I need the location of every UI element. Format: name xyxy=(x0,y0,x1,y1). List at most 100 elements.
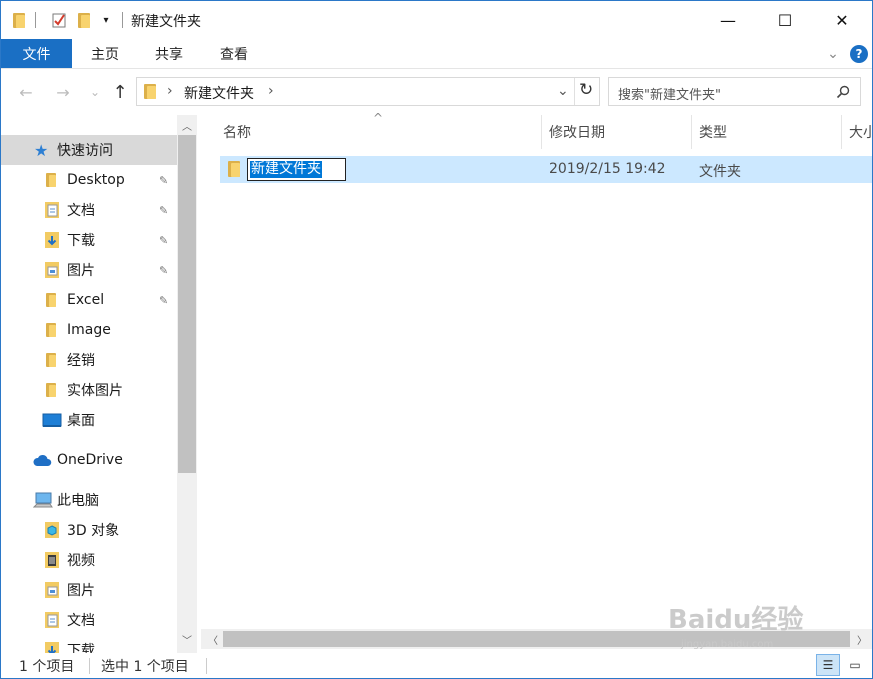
status-item-count: 1 个项目 xyxy=(19,659,75,675)
pin-icon[interactable]: ✎ xyxy=(159,234,168,247)
downloads-icon xyxy=(45,232,59,248)
pin-icon[interactable]: ✎ xyxy=(159,204,168,217)
breadcrumb-separator[interactable]: › xyxy=(268,83,274,99)
pin-icon[interactable]: ✎ xyxy=(159,174,168,187)
scroll-down-icon[interactable]: ﹀ xyxy=(177,629,197,649)
folder-icon xyxy=(46,173,56,187)
status-separator xyxy=(206,658,207,674)
maximize-button[interactable]: ☐ xyxy=(756,1,814,39)
expand-ribbon-icon[interactable]: ⌄ xyxy=(823,39,843,68)
sidebar-item-downloads-pc[interactable]: 下载 xyxy=(1,635,177,653)
help-icon[interactable]: ? xyxy=(850,45,868,63)
column-header-type[interactable]: 类型 xyxy=(699,115,727,149)
column-separator[interactable] xyxy=(541,115,542,149)
sidebar-item-label: Image xyxy=(67,322,111,338)
sidebar-item-jingxiao[interactable]: 经销 xyxy=(1,345,177,375)
recent-locations-icon[interactable]: ⌄ xyxy=(83,81,107,103)
sidebar-item-label: Excel xyxy=(67,292,105,308)
title-separator xyxy=(35,12,36,28)
scroll-right-icon[interactable]: 〉 xyxy=(852,629,872,649)
baidu-watermark-url: jingyan.baidu.com xyxy=(681,639,774,650)
window-title: 新建文件夹 xyxy=(131,14,201,30)
sidebar-item-onedrive[interactable]: OneDrive xyxy=(1,445,177,475)
pin-icon[interactable]: ✎ xyxy=(159,264,168,277)
properties-icon[interactable] xyxy=(48,10,70,30)
navigation-pane: ★ 快速访问 Desktop ✎ 文档 ✎ 下载 ✎ 图片 ✎ Excel ✎ xyxy=(1,115,197,653)
baidu-watermark: Baidu经验 xyxy=(668,605,804,635)
sidebar-item-downloads[interactable]: 下载 ✎ xyxy=(1,225,177,255)
search-icon[interactable] xyxy=(836,85,850,99)
sidebar-item-desktop[interactable]: Desktop ✎ xyxy=(1,165,177,195)
table-row[interactable]: 新建文件夹 2019/2/15 19:42 文件夹 xyxy=(220,156,872,183)
sidebar-item-label: 下载 xyxy=(67,643,95,653)
refresh-icon[interactable]: ↻ xyxy=(579,80,593,100)
sidebar-item-quick-access[interactable]: ★ 快速访问 xyxy=(1,135,177,165)
sidebar-item-label: 文档 xyxy=(67,613,95,629)
search-placeholder: 搜索"新建文件夹" xyxy=(618,88,721,103)
up-icon[interactable]: ↑ xyxy=(108,81,132,103)
documents-icon xyxy=(45,202,59,218)
tab-home[interactable]: 主页 xyxy=(77,39,133,68)
column-header-name[interactable]: 名称 xyxy=(223,115,251,149)
documents-icon xyxy=(45,612,59,628)
sidebar-item-desktop-cn[interactable]: 桌面 xyxy=(1,405,177,435)
scroll-left-icon[interactable]: 〈 xyxy=(203,629,223,649)
forward-icon[interactable]: → xyxy=(51,81,75,103)
rename-input-text: 新建文件夹 xyxy=(250,161,322,178)
explorer-window: ▾ 新建文件夹 — ☐ ✕ 文件 主页 共享 查看 ⌄ ? ← → ⌄ ↑ › … xyxy=(0,0,873,679)
sidebar-item-label: Desktop xyxy=(67,172,125,188)
address-divider xyxy=(574,78,575,105)
status-selected-count: 选中 1 个项目 xyxy=(101,659,189,675)
sidebar-scrollbar[interactable]: ︿ ﹀ xyxy=(177,115,197,653)
tab-view[interactable]: 查看 xyxy=(206,39,262,68)
sidebar-item-pictures[interactable]: 图片 ✎ xyxy=(1,255,177,285)
back-icon[interactable]: ← xyxy=(14,81,38,103)
address-dropdown-icon[interactable]: ⌄ xyxy=(557,83,569,99)
sidebar-item-3d-objects[interactable]: 3D 对象 xyxy=(1,515,177,545)
folder-icon xyxy=(46,293,56,307)
sidebar-item-label: 实体图片 xyxy=(67,383,123,399)
close-button[interactable]: ✕ xyxy=(813,1,871,39)
pc-icon xyxy=(33,492,53,508)
sidebar-scroll-thumb[interactable] xyxy=(178,135,196,473)
new-folder-icon[interactable] xyxy=(75,10,93,30)
sidebar-item-label: 经销 xyxy=(67,353,95,369)
pictures-icon xyxy=(45,262,59,278)
column-separator[interactable] xyxy=(691,115,692,149)
tab-file[interactable]: 文件 xyxy=(1,39,72,68)
row-type: 文件夹 xyxy=(699,164,741,180)
scroll-up-icon[interactable]: ︿ xyxy=(177,115,197,135)
column-header-date[interactable]: 修改日期 xyxy=(549,115,605,149)
large-icons-view-icon[interactable]: ▭ xyxy=(843,654,867,676)
cloud-icon xyxy=(33,454,52,466)
title-separator xyxy=(122,12,123,28)
sidebar-item-product-photos[interactable]: 实体图片 xyxy=(1,375,177,405)
column-header-size[interactable]: 大小 xyxy=(849,115,872,149)
sidebar-item-excel[interactable]: Excel ✎ xyxy=(1,285,177,315)
sidebar-item-documents-pc[interactable]: 文档 xyxy=(1,605,177,635)
sidebar-item-label: 图片 xyxy=(67,263,95,279)
breadcrumb-separator[interactable]: › xyxy=(167,83,173,99)
sidebar-item-pictures-pc[interactable]: 图片 xyxy=(1,575,177,605)
videos-icon xyxy=(45,552,59,568)
sidebar-item-label: 下载 xyxy=(67,233,95,249)
column-separator[interactable] xyxy=(841,115,842,149)
address-bar[interactable]: › 新建文件夹 › ⌄ ↻ xyxy=(136,77,600,106)
details-view-icon[interactable]: ☰ xyxy=(816,654,840,676)
sidebar-item-this-pc[interactable]: 此电脑 xyxy=(1,485,177,515)
minimize-button[interactable]: — xyxy=(699,1,757,39)
sidebar-item-documents[interactable]: 文档 ✎ xyxy=(1,195,177,225)
sidebar-item-label: 图片 xyxy=(67,583,95,599)
tab-share[interactable]: 共享 xyxy=(141,39,197,68)
downloads-icon xyxy=(45,642,59,653)
sidebar-item-label: 此电脑 xyxy=(57,493,99,509)
row-modified-date: 2019/2/15 19:42 xyxy=(549,161,666,177)
customize-toolbar-icon[interactable]: ▾ xyxy=(98,10,114,30)
search-input[interactable]: 搜索"新建文件夹" xyxy=(608,77,861,106)
sidebar-item-label: 文档 xyxy=(67,203,95,219)
sidebar-item-image[interactable]: Image xyxy=(1,315,177,345)
rename-input[interactable]: 新建文件夹 xyxy=(247,158,346,181)
pin-icon[interactable]: ✎ xyxy=(159,294,168,307)
breadcrumb-current[interactable]: 新建文件夹 xyxy=(184,83,254,103)
sidebar-item-videos[interactable]: 视频 xyxy=(1,545,177,575)
